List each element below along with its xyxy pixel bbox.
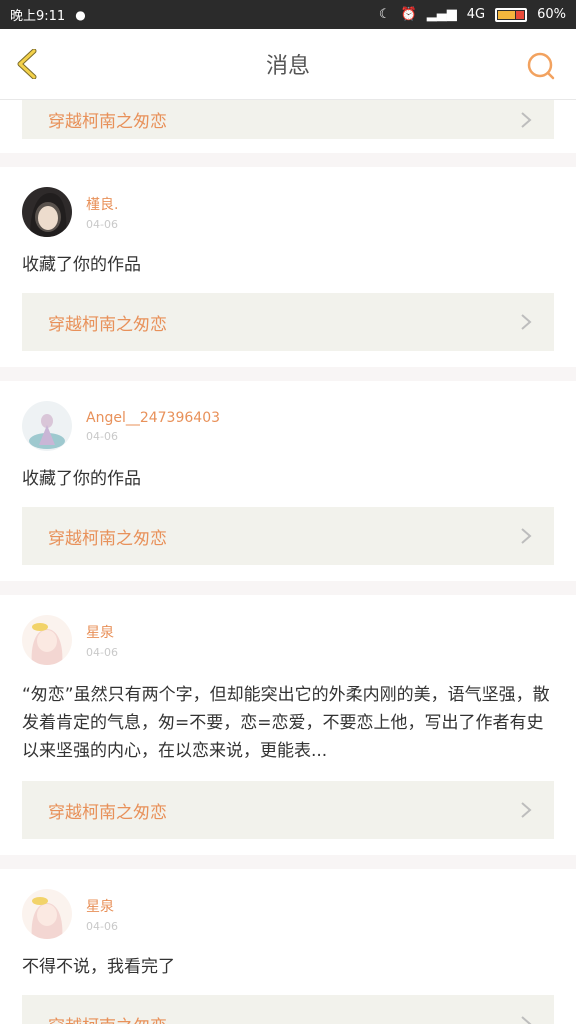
page-title: 消息 [265,54,310,79]
work-title: 穿越柯南之匆恋 [48,112,167,132]
chevron-right-icon [521,802,532,818]
chevron-right-icon [521,111,532,128]
message-text: 不得不说，我看完了 [22,957,175,977]
message-date: 04-06 [86,645,118,659]
avatar[interactable] [22,889,72,939]
chevron-right-icon [521,314,532,330]
notification-icon: ● [75,7,86,22]
message-date: 04-06 [86,429,118,443]
avatar[interactable] [22,401,72,451]
chevron-right-icon [521,528,532,544]
message-text: 收藏了你的作品 [22,255,141,275]
work-link[interactable]: 穿越柯南之匆恋 [22,507,554,565]
work-title: 穿越柯南之匆恋 [48,314,167,335]
message-date: 04-06 [86,217,118,231]
search-icon[interactable] [526,51,556,81]
avatar[interactable] [22,187,72,237]
divider [0,581,576,595]
work-title: 穿越柯南之匆恋 [48,802,167,823]
divider [0,367,576,381]
list-item: 槿良. 04-06 收藏了你的作品 穿越柯南之匆恋 [0,167,576,367]
work-link[interactable]: 穿越柯南之匆恋 [22,995,554,1024]
list-item: Angel__247396403 04-06 收藏了你的作品 穿越柯南之匆恋 [0,381,576,581]
message-text: “匆恋”虽然只有两个字，但却能突出它的外柔内刚的美，语气坚强，散发着肯定的气息，… [22,685,550,761]
work-link[interactable]: 穿越柯南之匆恋 [22,100,554,139]
signal-icon: ▂▄▆ [426,7,457,22]
message-feed[interactable]: 穿越柯南之匆恋 槿良. 04-06 收藏了你的作品 穿越柯南之匆恋 Angel_… [0,100,576,1024]
list-item: 星泉 04-06 “匆恋”虽然只有两个字，但却能突出它的外柔内刚的美，语气坚强，… [0,595,576,855]
status-time: 晚上9:11 [10,9,66,24]
app-header: 消息 [0,29,576,100]
chevron-right-icon [521,1016,532,1024]
chevron-left-icon[interactable] [14,49,44,79]
list-item: 星泉 04-06 不得不说，我看完了 穿越柯南之匆恋 [0,869,576,1024]
alarm-icon: ⏰ [400,7,417,22]
user-name[interactable]: 星泉 [86,896,118,916]
message-text: 收藏了你的作品 [22,469,141,489]
user-name[interactable]: Angel__247396403 [86,410,220,426]
status-bar: 晚上9:11 ● ☾ ⏰ ▂▄▆ 4G 60% [0,0,576,29]
divider [0,153,576,167]
avatar[interactable] [22,615,72,665]
work-link[interactable]: 穿越柯南之匆恋 [22,781,554,839]
user-name[interactable]: 星泉 [86,622,118,642]
work-link[interactable]: 穿越柯南之匆恋 [22,293,554,351]
divider [0,855,576,869]
user-name[interactable]: 槿良. [86,194,118,214]
work-title: 穿越柯南之匆恋 [48,1012,167,1024]
battery-icon [495,7,528,22]
battery-percent: 60% [537,7,566,22]
work-title: 穿越柯南之匆恋 [48,528,167,549]
message-date: 04-06 [86,919,118,933]
moon-icon: ☾ [378,7,391,22]
network-type: 4G [466,7,486,22]
